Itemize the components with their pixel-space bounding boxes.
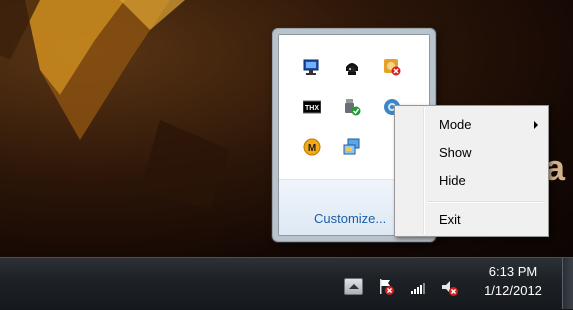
menu-separator — [427, 201, 544, 203]
thx-icon[interactable]: THX — [303, 98, 321, 116]
show-hidden-icons-button[interactable] — [344, 278, 363, 295]
clock-date: 1/12/2012 — [484, 283, 542, 298]
taskbar-clock[interactable]: 6:13 PM 1/12/2012 — [472, 262, 554, 300]
volume-muted-icon[interactable] — [441, 279, 459, 297]
menu-item-hide[interactable]: Hide — [397, 170, 546, 192]
context-menu: Mode Show Hide Exit — [394, 105, 549, 237]
megaupload-icon[interactable]: M — [303, 138, 321, 156]
media-icon-error[interactable] — [383, 58, 401, 76]
usb-safely-remove-icon[interactable] — [343, 98, 361, 116]
menu-item-label: Mode — [439, 117, 472, 132]
menu-item-label: Exit — [439, 212, 461, 227]
menu-item-label: Show — [439, 145, 472, 160]
menu-item-exit[interactable]: Exit — [397, 209, 546, 231]
pirate-app-icon[interactable] — [343, 58, 361, 76]
display-settings-icon[interactable] — [303, 58, 321, 76]
clock-time: 6:13 PM — [488, 264, 538, 279]
menu-item-mode[interactable]: Mode — [397, 114, 546, 136]
menu-item-show[interactable]: Show — [397, 142, 546, 164]
network-signal-icon[interactable] — [409, 279, 427, 297]
customize-link[interactable]: Customize... — [314, 211, 386, 226]
menu-item-label: Hide — [439, 173, 466, 188]
svg-text:THX: THX — [305, 105, 319, 112]
svg-text:M: M — [308, 143, 316, 154]
show-desktop-button[interactable] — [562, 258, 573, 309]
network-app-icon[interactable] — [343, 138, 361, 156]
action-center-flag-icon[interactable] — [377, 278, 395, 296]
submenu-arrow-icon — [534, 121, 538, 129]
chevron-up-icon — [349, 284, 359, 289]
